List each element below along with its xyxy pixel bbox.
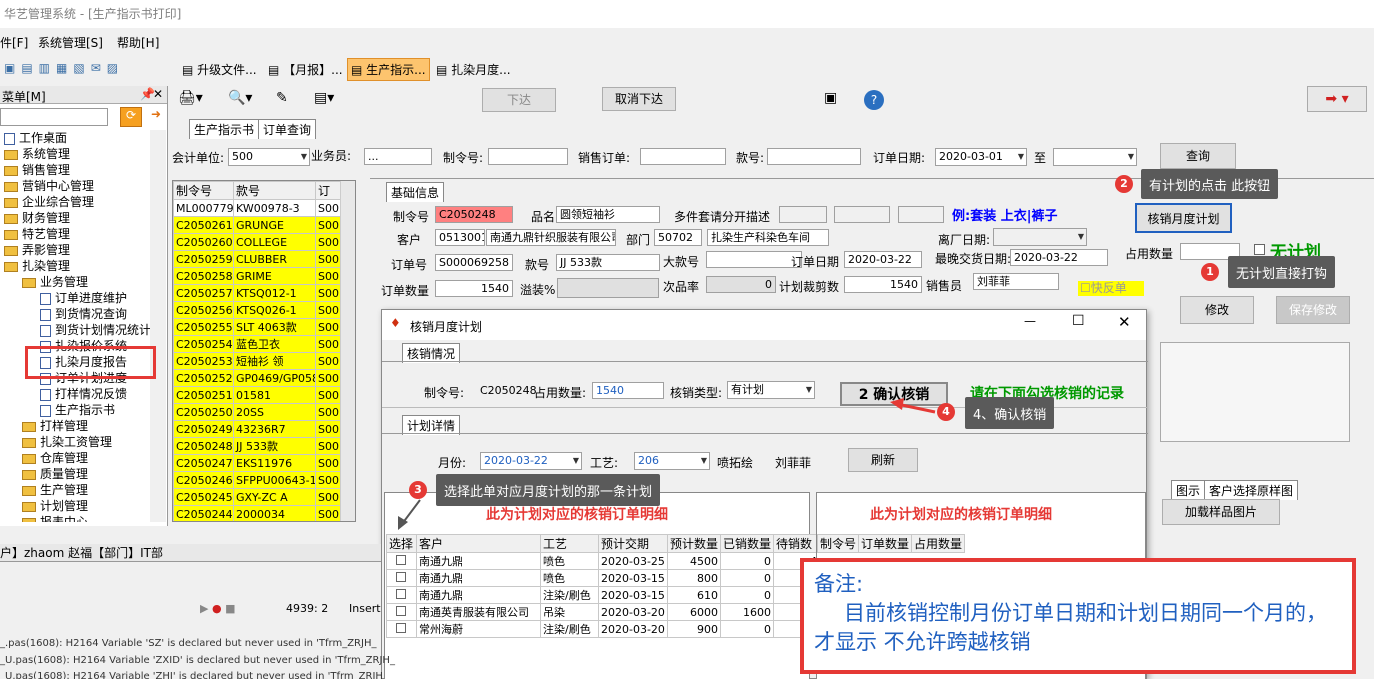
- user-status: 户】zhaom 赵福【部门】IT部: [0, 544, 381, 562]
- bottom-area: 户】zhaom 赵福【部门】IT部 ▶ ● ■ 4939: 2 Insert _…: [0, 544, 395, 679]
- play-icon[interactable]: ▶: [200, 602, 208, 615]
- insert-mode: Insert: [349, 602, 381, 615]
- ide-bar: ▶ ● ■: [200, 602, 235, 615]
- stop-icon[interactable]: ■: [225, 602, 235, 615]
- cursor-pos: 4939: 2: [286, 602, 329, 615]
- log-line-1: _.pas(1608): H2164 Variable 'SZ' is decl…: [0, 638, 377, 649]
- record-icon[interactable]: ●: [212, 602, 222, 615]
- log-line-2: _U.pas(1608): H2164 Variable 'ZXID' is d…: [0, 655, 395, 666]
- log-line-3: _U.pas(1608): H2164 Variable 'ZHI' is de…: [0, 671, 388, 679]
